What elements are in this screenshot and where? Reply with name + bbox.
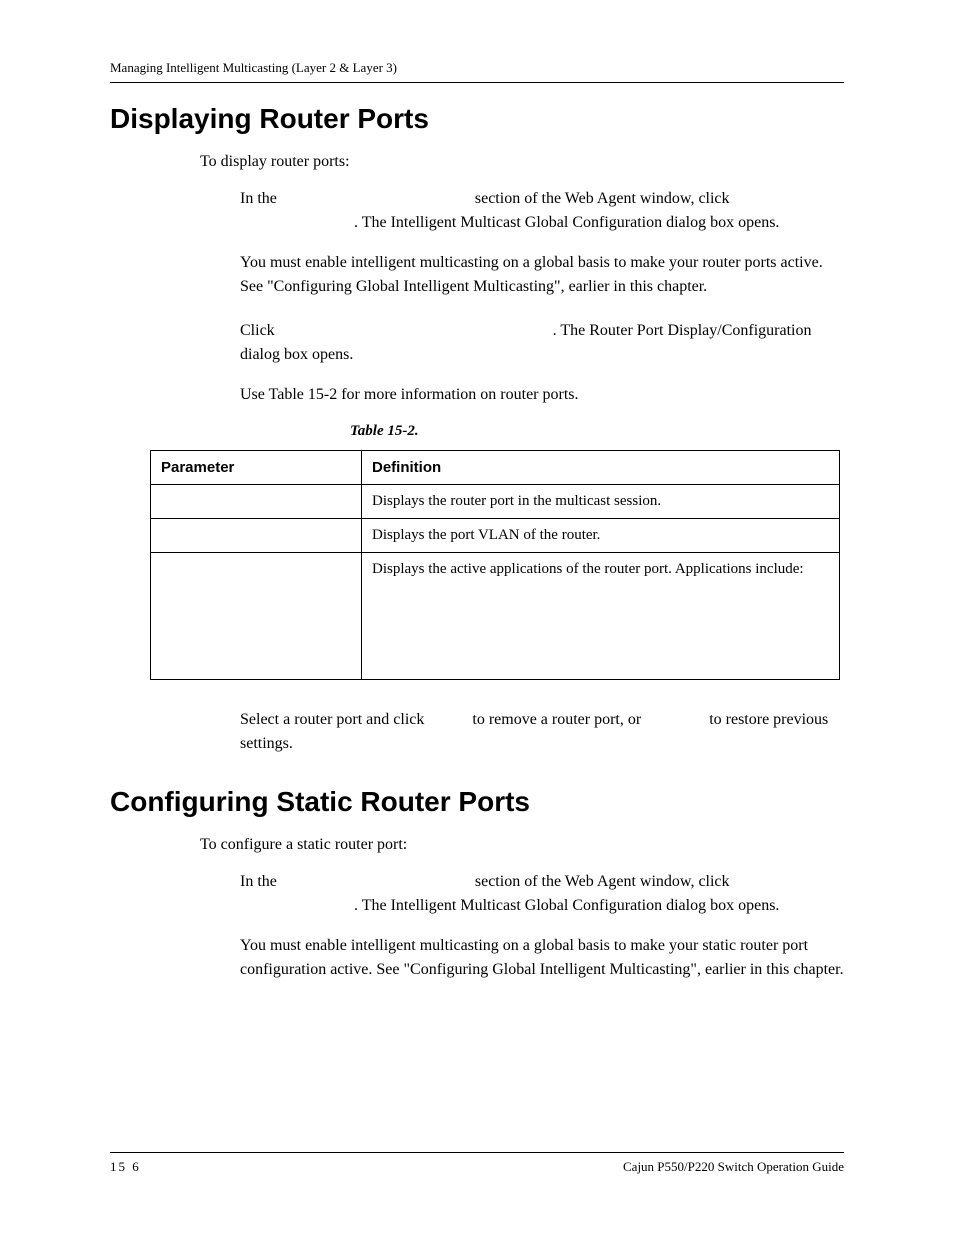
footer-rule	[110, 1152, 844, 1153]
step-1-text-a: In the	[240, 190, 281, 207]
page: Managing Intelligent Multicasting (Layer…	[0, 0, 954, 1235]
table-cell-def: Displays the active applications of the …	[362, 553, 840, 680]
step-4: Select a router port and click to remove…	[240, 708, 844, 756]
step-2-text-b: . The Router Port Display/Configuration …	[240, 322, 811, 363]
step-1: In the section of the Web Agent window, …	[240, 187, 844, 235]
table-cell-param	[151, 485, 362, 519]
table-row: Displays the port VLAN of the router.	[151, 519, 840, 553]
running-header: Managing Intelligent Multicasting (Layer…	[110, 60, 844, 76]
table-cell-param	[151, 519, 362, 553]
step-2-text-a: Click	[240, 322, 279, 339]
table-cell-param	[151, 553, 362, 680]
table-header-row: Parameter Definition	[151, 451, 840, 485]
step-1b-text-b: section of the Web Agent window, click	[475, 873, 730, 890]
note-2: You must enable intelligent multicasting…	[240, 934, 844, 982]
footer-guide-title: Cajun P550/P220 Switch Operation Guide	[623, 1159, 844, 1175]
table-cell-def: Displays the port VLAN of the router.	[362, 519, 840, 553]
step-3: Use Table 15-2 for more information on r…	[240, 383, 844, 407]
table-row: Displays the router port in the multicas…	[151, 485, 840, 519]
table-caption: Table 15-2.	[350, 423, 844, 440]
section-title-configuring-static-router-ports: Configuring Static Router Ports	[110, 786, 844, 818]
note-1-text: You must enable intelligent multicasting…	[240, 254, 823, 295]
table-header-parameter: Parameter	[151, 451, 362, 485]
step-1b-text-a: In the	[240, 873, 281, 890]
step-1-text-b: section of the Web Agent window, click	[475, 190, 730, 207]
step-2: Click . The Router Port Display/Configur…	[240, 319, 844, 367]
step-4-text-b: to remove a router port, or	[472, 711, 645, 728]
page-number: 15 6	[110, 1159, 141, 1175]
parameter-table: Parameter Definition Displays the router…	[150, 450, 840, 680]
intro-text: To display router ports:	[200, 153, 844, 171]
header-rule	[110, 82, 844, 83]
table-header-definition: Definition	[362, 451, 840, 485]
section-title-displaying-router-ports: Displaying Router Ports	[110, 103, 844, 135]
table-row: Displays the active applications of the …	[151, 553, 840, 680]
step-1b-text-c: . The Intelligent Multicast Global Confi…	[354, 897, 779, 914]
note-1: You must enable intelligent multicasting…	[240, 251, 844, 299]
table-cell-def: Displays the router port in the multicas…	[362, 485, 840, 519]
intro-text-2: To configure a static router port:	[200, 836, 844, 854]
step-4-text-a: Select a router port and click	[240, 711, 428, 728]
step-1b: In the section of the Web Agent window, …	[240, 870, 844, 918]
note-2-text: You must enable intelligent multicasting…	[240, 937, 844, 978]
step-1-text-c: . The Intelligent Multicast Global Confi…	[354, 214, 779, 231]
page-footer: 15 6 Cajun P550/P220 Switch Operation Gu…	[110, 1152, 844, 1175]
